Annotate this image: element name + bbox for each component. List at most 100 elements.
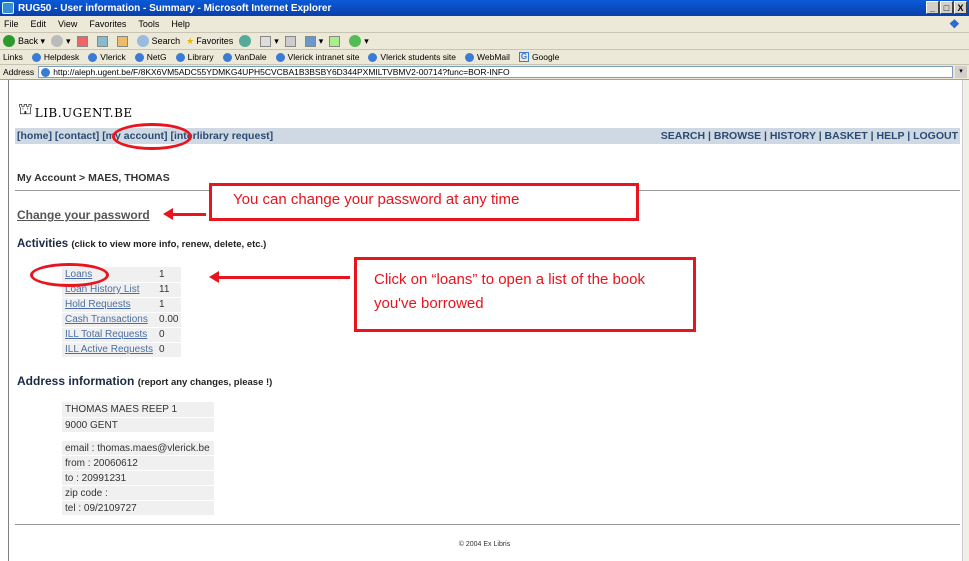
forward-button[interactable]: ▾ <box>51 35 71 47</box>
ie-page-icon <box>134 52 144 62</box>
ie-page-icon <box>88 52 98 62</box>
print-button[interactable] <box>284 35 299 47</box>
links-bar: Links Helpdesk Vlerick NetG Library VanD… <box>0 50 969 65</box>
loans-arrow <box>209 271 350 283</box>
stop-icon <box>76 35 88 47</box>
ill-active-link[interactable]: ILL Active Requests <box>62 342 157 358</box>
link-library[interactable]: Library <box>175 52 214 62</box>
link-webmail[interactable]: WebMail <box>465 52 510 62</box>
back-arrow-icon <box>3 35 15 47</box>
table-row: 9000 GENT <box>62 417 214 433</box>
divider <box>15 524 960 525</box>
hold-requests-count: 1 <box>156 297 182 313</box>
favorites-button[interactable]: ★ Favorites <box>186 36 233 47</box>
link-vlerick[interactable]: Vlerick <box>88 52 126 62</box>
menu-view[interactable]: View <box>58 19 77 29</box>
library-logo-icon: ⛫ <box>18 101 33 118</box>
discuss-button[interactable] <box>329 35 343 47</box>
link-netg[interactable]: NetG <box>134 52 167 62</box>
ie-app-icon <box>2 2 14 14</box>
home-icon <box>116 35 128 47</box>
history-button[interactable] <box>239 35 254 47</box>
logo-text: LIB.UGENT.BE <box>34 106 133 120</box>
address-info-table: THOMAS MAES REEP 1 9000 GENT email : tho… <box>62 402 214 516</box>
table-row: THOMAS MAES REEP 1 <box>62 402 214 418</box>
loans-callout: Click on “loans” to open a list of the b… <box>354 257 696 332</box>
link-helpdesk[interactable]: Helpdesk <box>31 52 79 62</box>
table-row: zip code : <box>62 485 214 501</box>
forward-arrow-icon <box>51 35 64 47</box>
breadcrumb: My Account > MAES, THOMAS <box>17 172 170 184</box>
link-vlerick-intranet[interactable]: Vlerick intranet site <box>275 52 359 62</box>
stop-button[interactable] <box>76 35 91 47</box>
address-dropdown-button[interactable]: ▾ <box>955 66 967 78</box>
refresh-icon <box>96 35 108 47</box>
ill-total-count: 0 <box>156 327 182 343</box>
link-vlerick-students[interactable]: Vlerick students site <box>368 52 456 62</box>
nav-home-link[interactable]: [home] <box>17 130 52 142</box>
search-icon <box>136 35 149 47</box>
link-vandale[interactable]: VanDale <box>222 52 267 62</box>
cash-transactions-link[interactable]: Cash Transactions <box>62 312 157 328</box>
ie-page-icon <box>222 52 232 62</box>
nav-right-links[interactable]: SEARCH | BROWSE | HISTORY | BASKET | HEL… <box>661 130 958 142</box>
nav-contact-link[interactable]: [contact] <box>55 130 99 142</box>
standard-toolbar: Back ▾ ▾ Search ★ Favorites ▾ ▾ ▾ <box>0 33 969 50</box>
ie-page-icon <box>275 52 285 62</box>
nav-right-text[interactable]: SEARCH | BROWSE | HISTORY | BASKET | HEL… <box>661 130 958 142</box>
ill-total-link[interactable]: ILL Total Requests <box>62 327 157 343</box>
messenger-button[interactable]: ▾ <box>349 35 369 47</box>
window-controls: _ □ X <box>926 1 967 14</box>
minimize-button[interactable]: _ <box>926 1 939 14</box>
mail-button[interactable]: ▾ <box>260 35 279 47</box>
refresh-button[interactable] <box>96 35 111 47</box>
address-from: from : 20060612 <box>62 455 214 471</box>
menu-edit[interactable]: Edit <box>31 19 47 29</box>
address-name-line: THOMAS MAES REEP 1 <box>62 402 214 418</box>
activities-heading: Activities (click to view more info, ren… <box>17 238 266 250</box>
activities-hint: (click to view more info, renew, delete,… <box>71 239 267 250</box>
vertical-scrollbar[interactable] <box>962 80 969 561</box>
activities-title: Activities <box>17 238 69 250</box>
table-row: to : 20991231 <box>62 470 214 486</box>
address-input[interactable]: http://aleph.ugent.be/F/8KX6VM5ADC55YDMK… <box>38 66 953 78</box>
discuss-icon <box>329 35 341 47</box>
change-password-link[interactable]: Change your password <box>17 208 150 222</box>
links-label: Links <box>3 52 23 62</box>
maximize-button[interactable]: □ <box>940 1 953 14</box>
ie-page-icon <box>465 52 475 62</box>
back-button[interactable]: Back ▾ <box>3 35 45 47</box>
address-tel: tel : 09/2109727 <box>62 500 214 516</box>
address-label: Address <box>3 67 35 77</box>
loans-count: 1 <box>156 267 182 283</box>
close-button[interactable]: X <box>954 1 967 14</box>
table-row: Cash Transactions 0.00 <box>62 312 182 328</box>
address-info-hint: (report any changes, please !) <box>137 377 273 388</box>
address-email: email : thomas.maes@vlerick.be <box>62 440 214 456</box>
address-bar: Address http://aleph.ugent.be/F/8KX6VM5A… <box>0 65 969 80</box>
table-row: ILL Total Requests 0 <box>62 327 182 343</box>
search-button[interactable]: Search <box>136 35 180 47</box>
link-google[interactable]: G Google <box>518 52 559 62</box>
menu-help[interactable]: Help <box>171 19 190 29</box>
menu-favorites[interactable]: Favorites <box>89 19 126 29</box>
table-row: email : thomas.maes@vlerick.be <box>62 440 214 456</box>
edit-icon <box>304 35 316 47</box>
site-logo[interactable]: ⛫ LIB.UGENT.BE <box>18 98 133 120</box>
menu-file[interactable]: File <box>4 19 19 29</box>
table-row: tel : 09/2109727 <box>62 500 214 516</box>
address-city-line: 9000 GENT <box>62 417 214 433</box>
table-row: Hold Requests 1 <box>62 297 182 313</box>
history-icon <box>239 35 252 47</box>
address-to: to : 20991231 <box>62 470 214 486</box>
menu-tools[interactable]: Tools <box>138 19 159 29</box>
hold-requests-link[interactable]: Hold Requests <box>62 297 157 313</box>
messenger-icon <box>349 35 362 47</box>
ill-active-count: 0 <box>156 342 182 358</box>
address-zip: zip code : <box>62 485 214 501</box>
menu-bar: File Edit View Favorites Tools Help ❖ <box>0 16 969 33</box>
ie-page-icon <box>175 52 185 62</box>
my-account-highlight-ellipse <box>112 123 192 150</box>
edit-button[interactable]: ▾ <box>304 35 323 47</box>
home-button[interactable] <box>116 35 131 47</box>
